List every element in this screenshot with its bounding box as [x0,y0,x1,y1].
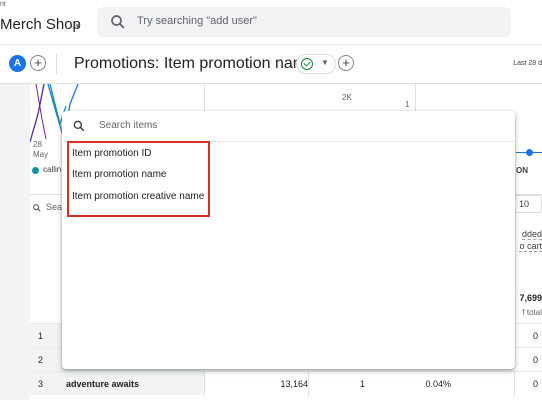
column-total-caption: f total [522,308,542,317]
row-value: 1 [359,379,365,389]
x-axis-tick-month: May [33,150,49,159]
search-icon [73,120,85,132]
column-header-add-to-cart[interactable]: dded o cart [514,228,542,252]
date-range-label[interactable]: Last 28 d [513,60,542,67]
chevron-down-icon[interactable]: ▼ [74,22,82,31]
search-icon [33,204,41,212]
column-divider [514,372,515,396]
slider-handle[interactable] [526,149,533,156]
chevron-down-icon: ▼ [321,58,329,67]
column-header-line: o cart [519,241,542,252]
row-value: 0.04% [425,379,451,389]
y-axis-tick: 2K [342,93,352,102]
grid-line [204,84,205,112]
report-header: A + Promotions: Item promotion name ▼ + … [0,44,542,84]
row-index: 1 [38,331,44,341]
row-value: 0 [532,355,538,365]
x-axis-tick-day: 28 [33,140,42,149]
y-axis-tick: 1 [405,100,410,109]
legend-marker [32,167,39,174]
legend-label-right: ON [516,166,528,175]
legend-label: callin [43,165,62,174]
check-circle-icon [301,58,313,70]
dropdown-search-input[interactable]: Search items [99,120,157,131]
account-caption: nt [0,1,6,8]
x-axis-tick: 28 May [33,140,48,160]
property-selector[interactable]: Merch Shop [0,16,81,33]
report-status-dropdown[interactable]: ▼ [296,54,336,74]
column-total: 7,699 [519,293,542,303]
rows-per-page-value: 10 [519,199,530,209]
add-icon[interactable]: + [338,55,354,71]
search-placeholder: Try searching "add user" [137,15,257,27]
add-comparison-icon[interactable]: + [30,55,46,71]
divider [56,54,57,74]
column-header-line: dded [521,229,542,240]
search-icon [111,15,125,29]
row-name[interactable]: adventure awaits [66,379,139,389]
row-value: 0 [532,379,538,389]
row-value: 13,164 [280,379,308,389]
grid-line [415,84,416,112]
report-title: Promotions: Item promotion name [74,55,315,72]
top-app-bar: nt Merch Shop ▼ Try searching "add user" [0,0,542,44]
comparison-avatar[interactable]: A [9,55,26,72]
row-value: 0 [532,331,538,341]
rows-per-page-select[interactable]: 10 [514,195,542,213]
row-index: 2 [38,355,44,365]
row-index: 3 [38,379,44,389]
highlight-annotation-box [67,141,210,217]
table-row[interactable]: 3 adventure awaits 13,164 1 0.04% 0 [30,371,542,396]
global-search-bar[interactable]: Try searching "add user" [97,7,511,37]
